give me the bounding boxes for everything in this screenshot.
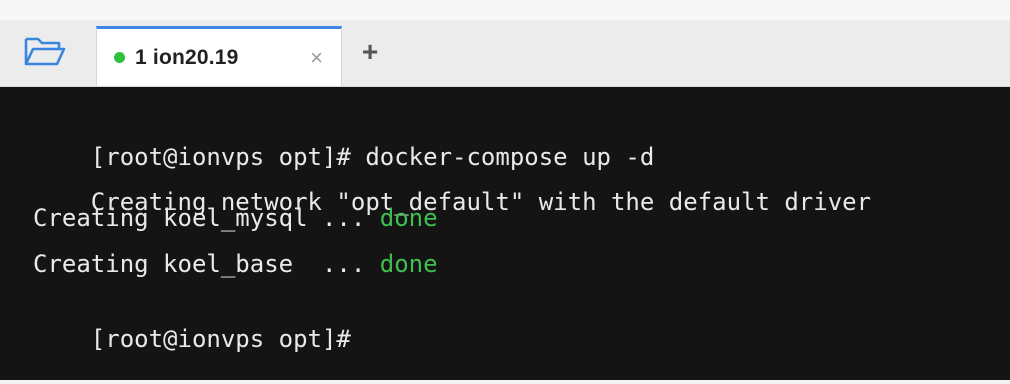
terminal-prompt-line: [root@ionvps opt]#	[33, 294, 351, 384]
terminal-line: Creating koel_mysql ... done	[33, 203, 438, 233]
status-done: done	[379, 204, 438, 232]
folder-icon	[23, 34, 67, 73]
connection-status-dot	[114, 52, 125, 63]
open-folder-button[interactable]	[20, 32, 70, 74]
window-top-strip	[0, 0, 1010, 21]
terminal-line: Creating koel_base ... done	[33, 249, 438, 279]
terminal-output[interactable]: [root@ionvps opt]# docker-compose up -d …	[0, 87, 1010, 380]
tab-label: 1 ion20.19	[135, 45, 239, 69]
tab-bar: 1 ion20.19 × +	[0, 20, 1010, 87]
terminal-line-text: Creating koel_mysql ...	[33, 204, 380, 232]
new-tab-button[interactable]: +	[356, 34, 384, 70]
tab-session[interactable]: 1 ion20.19 ×	[96, 26, 342, 86]
status-done: done	[379, 250, 438, 278]
terminal-line: Creating network "opt_default" with the …	[33, 157, 871, 247]
terminal-line-text: Creating koel_base ...	[33, 250, 380, 278]
plus-icon: +	[361, 36, 379, 67]
terminal-line-text: [root@ionvps opt]#	[90, 325, 351, 353]
close-icon[interactable]: ×	[310, 46, 323, 69]
